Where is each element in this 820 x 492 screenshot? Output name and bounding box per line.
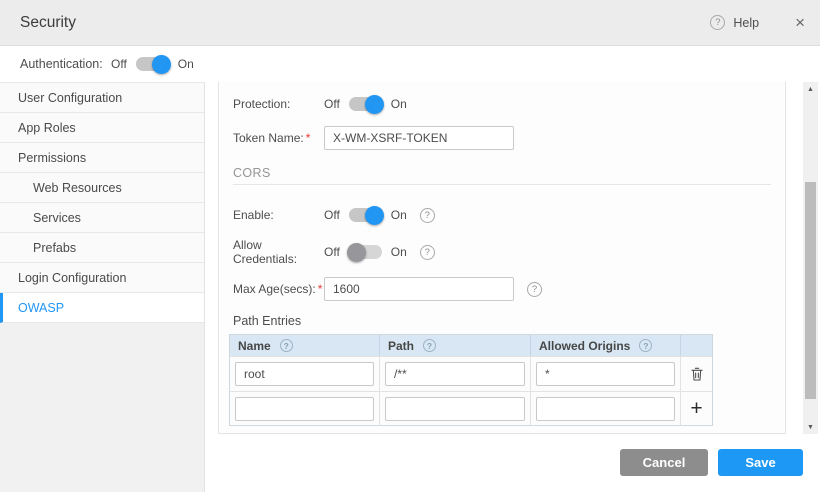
help-label: Help — [733, 16, 759, 30]
delete-row-button[interactable] — [681, 356, 712, 391]
scrollbar-thumb[interactable] — [805, 182, 816, 399]
toggle-knob — [365, 206, 384, 225]
path-entries-title: Path Entries — [233, 314, 301, 328]
sidebar-item-user-configuration[interactable]: User Configuration — [0, 83, 204, 113]
enable-help-icon[interactable]: ? — [420, 208, 435, 223]
required-marker: * — [306, 131, 311, 145]
authentication-off-label: Off — [111, 57, 127, 71]
sidebar-item-label: Login Configuration — [18, 271, 126, 285]
protection-on-label: On — [391, 97, 407, 111]
table-cell — [531, 391, 681, 425]
cors-divider — [233, 184, 771, 185]
max-age-input[interactable] — [324, 277, 514, 301]
new-path-entry-name-input[interactable] — [235, 397, 374, 421]
authentication-label: Authentication: — [20, 57, 111, 71]
vertical-scrollbar: ▲ ▼ — [803, 82, 818, 434]
sidebar-item-prefabs[interactable]: Prefabs — [0, 233, 204, 263]
allowed-origins-help-icon[interactable]: ? — [639, 339, 652, 352]
allow-credentials-label: Allow Credentials: — [233, 238, 324, 266]
cors-section-title: CORS — [233, 166, 271, 180]
sidebar-item-label: User Configuration — [18, 91, 122, 105]
sidebar-item-permissions[interactable]: Permissions — [0, 143, 204, 173]
max-age-row: Max Age(secs):* ? — [233, 277, 771, 301]
enable-row: Enable: Off On ? — [233, 203, 771, 227]
authentication-bar: Authentication: Off On — [0, 45, 820, 82]
sidebar: User Configuration App Roles Permissions… — [0, 82, 205, 492]
sidebar-item-label: App Roles — [18, 121, 76, 135]
help-icon: ? — [710, 15, 725, 30]
toggle-knob — [365, 95, 384, 114]
column-header-path: Path? — [380, 335, 531, 356]
authentication-toggle[interactable] — [136, 57, 169, 71]
sidebar-nav: User Configuration App Roles Permissions… — [0, 82, 204, 323]
dialog-header: Security ? Help × — [0, 0, 820, 45]
protection-row: Protection: Off On — [233, 92, 771, 116]
sidebar-item-owasp[interactable]: OWASP — [0, 293, 204, 323]
path-entry-origins-input[interactable] — [536, 362, 675, 386]
sidebar-item-app-roles[interactable]: App Roles — [0, 113, 204, 143]
required-marker: * — [318, 282, 323, 296]
path-entry-path-input[interactable] — [385, 362, 525, 386]
sidebar-item-label: Permissions — [18, 151, 86, 165]
allow-credentials-on-label: On — [391, 245, 407, 259]
column-header-name: Name? — [230, 335, 380, 356]
owasp-settings-panel: Protection: Off On Token Name:* CORS Ena… — [218, 82, 786, 434]
scroll-down-arrow-icon[interactable]: ▼ — [803, 420, 818, 434]
max-age-help-icon[interactable]: ? — [527, 282, 542, 297]
table-cell — [380, 356, 531, 391]
token-name-row: Token Name:* — [233, 126, 771, 150]
help-button[interactable]: ? Help — [710, 15, 759, 30]
sidebar-item-services[interactable]: Services — [0, 203, 204, 233]
max-age-label: Max Age(secs):* — [233, 282, 324, 296]
table-cell — [230, 391, 380, 425]
page-title: Security — [20, 14, 76, 32]
allow-credentials-off-label: Off — [324, 245, 340, 259]
close-icon[interactable]: × — [795, 14, 805, 31]
protection-label: Protection: — [233, 97, 324, 111]
toggle-knob — [152, 55, 171, 74]
toggle-knob — [347, 243, 366, 262]
sidebar-item-label: Prefabs — [33, 241, 76, 255]
allow-credentials-toggle[interactable] — [349, 245, 382, 259]
sidebar-item-label: Web Resources — [33, 181, 122, 195]
sidebar-item-label: OWASP — [18, 301, 64, 315]
enable-off-label: Off — [324, 208, 340, 222]
sidebar-item-login-configuration[interactable]: Login Configuration — [0, 263, 204, 293]
sidebar-item-label: Services — [33, 211, 81, 225]
new-path-entry-path-input[interactable] — [385, 397, 525, 421]
table-cell — [230, 356, 380, 391]
save-button[interactable]: Save — [718, 449, 803, 476]
enable-toggle[interactable] — [349, 208, 382, 222]
enable-on-label: On — [391, 208, 407, 222]
column-header-allowed-origins: Allowed Origins? — [531, 335, 681, 356]
security-dialog: Security ? Help × Authentication: Off On… — [0, 0, 820, 492]
token-name-input[interactable] — [324, 126, 514, 150]
allow-credentials-help-icon[interactable]: ? — [420, 245, 435, 260]
protection-off-label: Off — [324, 97, 340, 111]
allow-credentials-row: Allow Credentials: Off On ? — [233, 240, 771, 264]
authentication-on-label: On — [178, 57, 194, 71]
sidebar-item-web-resources[interactable]: Web Resources — [0, 173, 204, 203]
scroll-up-arrow-icon[interactable]: ▲ — [803, 82, 818, 96]
path-entries-table: Name? Path? Allowed Origins? + — [229, 334, 713, 426]
token-name-label: Token Name:* — [233, 131, 324, 145]
column-header-actions — [681, 335, 712, 356]
plus-icon: + — [690, 398, 702, 419]
new-path-entry-origins-input[interactable] — [536, 397, 675, 421]
table-cell — [531, 356, 681, 391]
name-help-icon[interactable]: ? — [280, 339, 293, 352]
path-entry-name-input[interactable] — [235, 362, 374, 386]
add-row-button[interactable]: + — [681, 391, 712, 425]
protection-toggle[interactable] — [349, 97, 382, 111]
table-cell — [380, 391, 531, 425]
trash-icon — [689, 366, 705, 382]
path-help-icon[interactable]: ? — [423, 339, 436, 352]
enable-label: Enable: — [233, 208, 324, 222]
cancel-button[interactable]: Cancel — [620, 449, 708, 476]
header-actions: ? Help × — [710, 14, 805, 31]
